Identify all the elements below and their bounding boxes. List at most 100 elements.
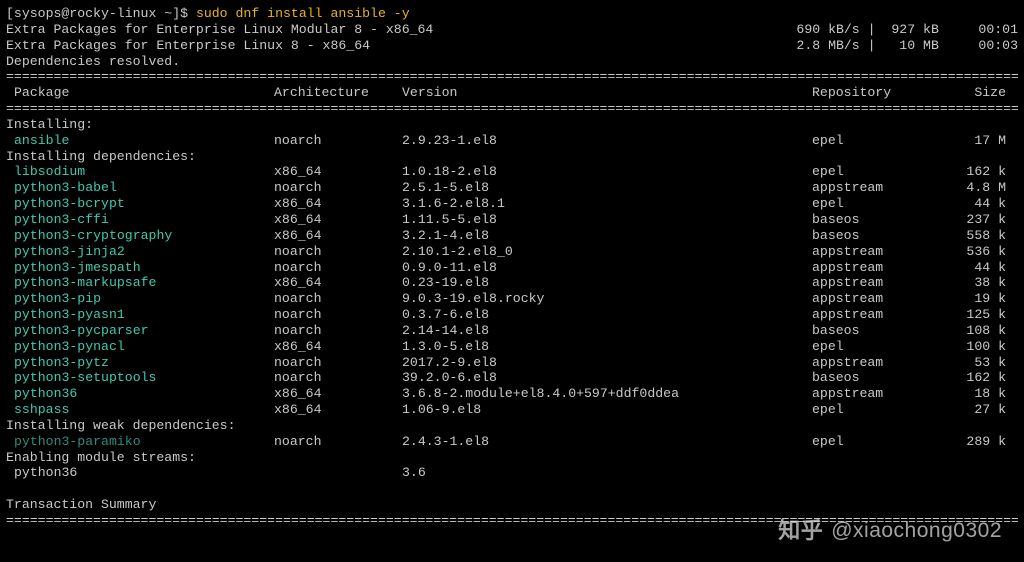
header-version: Version [402, 85, 812, 101]
cell-arch: noarch [274, 355, 402, 371]
repo-fetch-line: Extra Packages for Enterprise Linux 8 - … [6, 38, 1018, 54]
cell-repo: epel [812, 339, 942, 355]
cell-arch: noarch [274, 260, 402, 276]
cell-arch: noarch [274, 244, 402, 260]
cell-package: python3-pip [6, 291, 274, 307]
cell-repo: appstream [812, 275, 942, 291]
cell-arch: noarch [274, 307, 402, 323]
cell-size: 27 k [942, 402, 1006, 418]
table-row: sshpassx86_641.06-9.el8epel27 k [6, 402, 1018, 418]
cell-version: 3.1.6-2.el8.1 [402, 196, 812, 212]
table-row: libsodiumx86_641.0.18-2.el8epel162 k [6, 164, 1018, 180]
table-row: python3-cffix86_641.11.5-5.el8baseos237 … [6, 212, 1018, 228]
cell-arch: x86_64 [274, 402, 402, 418]
cell-package: python3-markupsafe [6, 275, 274, 291]
table-row: python3-paramikonoarch2.4.3-1.el8epel289… [6, 434, 1018, 450]
cell-size: 162 k [942, 164, 1006, 180]
cell-package: libsodium [6, 164, 274, 180]
cell-package: python3-babel [6, 180, 274, 196]
cell-version: 39.2.0-6.el8 [402, 370, 812, 386]
cell-version: 2.5.1-5.el8 [402, 180, 812, 196]
cell-size: 19 k [942, 291, 1006, 307]
cell-size: 289 k [942, 434, 1006, 450]
cell-package: python3-bcrypt [6, 196, 274, 212]
cell-repo: epel [812, 133, 942, 149]
cell-repo: appstream [812, 291, 942, 307]
table-row: python3-pyasn1noarch0.3.7-6.el8appstream… [6, 307, 1018, 323]
cell-package: python3-setuptools [6, 370, 274, 386]
repo-fetch-block: Extra Packages for Enterprise Linux Modu… [6, 22, 1018, 54]
cell-size: 536 k [942, 244, 1006, 260]
cell-package: python3-pytz [6, 355, 274, 371]
cell-size: 162 k [942, 370, 1006, 386]
cell-package: python3-jmespath [6, 260, 274, 276]
cell-repo: epel [812, 434, 942, 450]
header-repo: Repository [812, 85, 942, 101]
cell-size: 558 k [942, 228, 1006, 244]
cell-repo: appstream [812, 260, 942, 276]
table-row: python36x86_643.6.8-2.module+el8.4.0+597… [6, 386, 1018, 402]
table-row: python3-pipnoarch9.0.3-19.el8.rockyappst… [6, 291, 1018, 307]
table-row: python3-bcryptx86_643.1.6-2.el8.1epel44 … [6, 196, 1018, 212]
cell-size: 44 k [942, 196, 1006, 212]
cell-arch: x86_64 [274, 164, 402, 180]
cell-version: 2.4.3-1.el8 [402, 434, 812, 450]
cell-package: python3-paramiko [6, 434, 274, 450]
cell-size: 237 k [942, 212, 1006, 228]
cell-size: 125 k [942, 307, 1006, 323]
cell-repo: appstream [812, 307, 942, 323]
divider-rule: ========================================… [6, 69, 1018, 85]
cell-package: python3-pyasn1 [6, 307, 274, 323]
rows-installing-deps: libsodiumx86_641.0.18-2.el8epel162 kpyth… [6, 164, 1018, 418]
prompt-text: [sysops@rocky-linux ~]$ [6, 6, 196, 21]
deps-resolved-line: Dependencies resolved. [6, 54, 1018, 70]
cell-repo: baseos [812, 370, 942, 386]
cell-arch: noarch [274, 323, 402, 339]
cell-repo: appstream [812, 386, 942, 402]
cell-version: 0.23-19.el8 [402, 275, 812, 291]
cell-size: 4.8 M [942, 180, 1006, 196]
cell-arch: noarch [274, 291, 402, 307]
table-row: python3-markupsafex86_640.23-19.el8appst… [6, 275, 1018, 291]
table-row: python3-pytznoarch2017.2-9.el8appstream5… [6, 355, 1018, 371]
cell-version: 1.0.18-2.el8 [402, 164, 812, 180]
rows-module-streams: python363.6 [6, 465, 1018, 481]
repo-fetch-line: Extra Packages for Enterprise Linux Modu… [6, 22, 1018, 38]
cell-repo: appstream [812, 244, 942, 260]
rows-installing: ansiblenoarch2.9.23-1.el8epel17 M [6, 133, 1018, 149]
section-installing-deps: Installing dependencies: [6, 149, 1018, 165]
cell-package: ansible [6, 133, 274, 149]
cell-arch: x86_64 [274, 386, 402, 402]
table-row: python3-jmespathnoarch0.9.0-11.el8appstr… [6, 260, 1018, 276]
divider-rule: ========================================… [6, 101, 1018, 117]
cell-size: 18 k [942, 386, 1006, 402]
repo-stats: 2.8 MB/s | 10 MB 00:03 [789, 38, 1019, 54]
cell-repo: epel [812, 402, 942, 418]
watermark: 知乎 @xiaochong0302 [778, 518, 1002, 544]
table-row: ansiblenoarch2.9.23-1.el8epel17 M [6, 133, 1018, 149]
watermark-handle: @xiaochong0302 [831, 518, 1002, 543]
section-installing-weak: Installing weak dependencies: [6, 418, 1018, 434]
cell-package: sshpass [6, 402, 274, 418]
cell-arch: noarch [274, 180, 402, 196]
cell-size: 100 k [942, 339, 1006, 355]
cell-version: 9.0.3-19.el8.rocky [402, 291, 812, 307]
cell-package: python3-pynacl [6, 339, 274, 355]
cell-repo: appstream [812, 355, 942, 371]
table-row: python363.6 [6, 465, 1018, 481]
cell-package: python36 [6, 386, 274, 402]
cell-size: 108 k [942, 323, 1006, 339]
cell-version: 2.10.1-2.el8_0 [402, 244, 812, 260]
cell-arch: noarch [274, 434, 402, 450]
table-row: python3-cryptographyx86_643.2.1-4.el8bas… [6, 228, 1018, 244]
cell-arch: noarch [274, 370, 402, 386]
header-arch: Architecture [274, 85, 402, 101]
table-row: python3-pycparsernoarch2.14-14.el8baseos… [6, 323, 1018, 339]
cell-version: 3.6.8-2.module+el8.4.0+597+ddf0ddea [402, 386, 812, 402]
cell-version: 1.11.5-5.el8 [402, 212, 812, 228]
section-installing: Installing: [6, 117, 1018, 133]
section-enabling-streams: Enabling module streams: [6, 450, 1018, 466]
cell-size: 44 k [942, 260, 1006, 276]
cell-size: 38 k [942, 275, 1006, 291]
cell-package: python3-cffi [6, 212, 274, 228]
